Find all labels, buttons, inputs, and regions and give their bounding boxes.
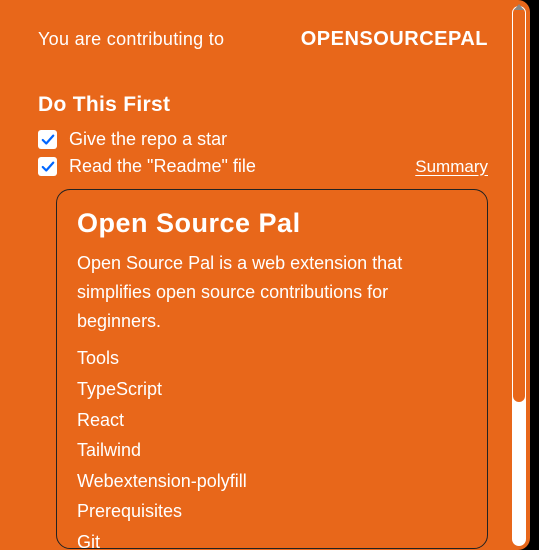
readme-line: TypeScript [77,374,467,405]
checkbox-star[interactable] [38,130,57,149]
checkmark-icon [41,133,55,147]
section-title: Do This First [38,93,506,117]
checklist-label: Read the "Readme" file [69,156,256,177]
summary-link[interactable]: Summary [415,157,488,177]
readme-line: Git [77,527,467,549]
checklist-item: Read the "Readme" file Summary [38,156,506,177]
readme-line: React [77,405,467,436]
readme-line: Prerequisites [77,496,467,527]
readme-line: Webextension-polyfill [77,466,467,497]
readme-title: Open Source Pal [77,208,467,239]
checklist-label: Give the repo a star [69,129,227,150]
checklist: Give the repo a star Read the "Readme" f… [38,129,506,177]
scrollbar-thumb[interactable] [513,7,525,402]
app-name: OPENSOURCEPAL [301,28,488,51]
readme-line: Tailwind [77,435,467,466]
readme-box: Open Source Pal Open Source Pal is a web… [56,189,488,549]
checklist-item: Give the repo a star [38,129,506,150]
scrollbar-up-arrow[interactable] [514,4,524,10]
checkbox-readme[interactable] [38,157,57,176]
readme-line: Tools [77,343,467,374]
contributing-label: You are contributing to [38,29,224,50]
readme-description: Open Source Pal is a web extension that … [77,249,467,335]
checkmark-icon [41,160,55,174]
header: You are contributing to OPENSOURCEPAL [38,28,506,51]
